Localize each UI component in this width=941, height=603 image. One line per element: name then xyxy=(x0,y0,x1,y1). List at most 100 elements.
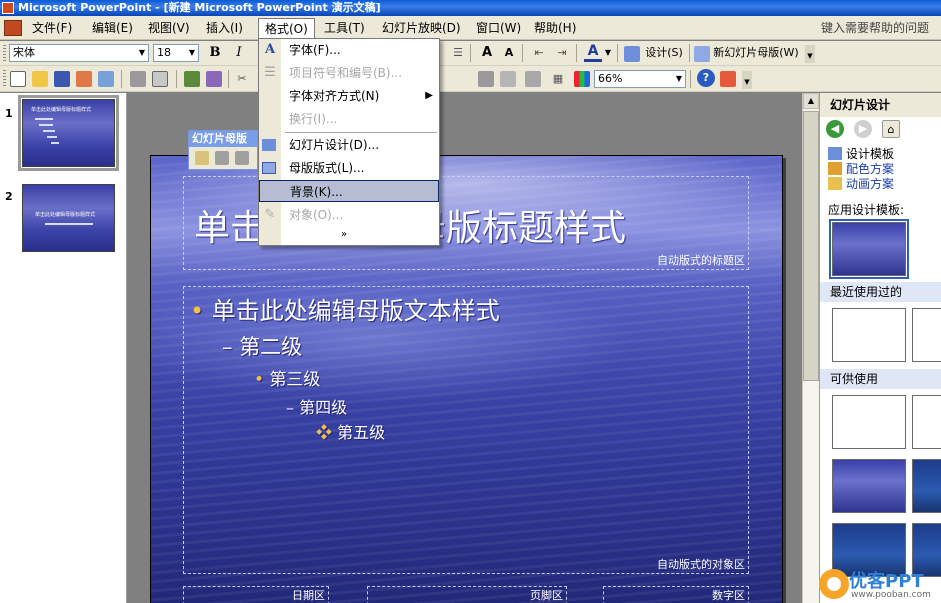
available-template-thumbnail[interactable] xyxy=(832,395,906,449)
number-placeholder[interactable]: 数字区 xyxy=(603,586,749,603)
body-level-4-text: 第四级 xyxy=(299,398,348,417)
show-formatting-icon[interactable] xyxy=(500,71,516,87)
bullet-dash-icon: – xyxy=(286,398,294,417)
toolbar-options-icon[interactable]: ▼ xyxy=(742,71,752,89)
open-folder-icon[interactable] xyxy=(32,71,48,87)
chevron-down-icon[interactable]: ▼ xyxy=(186,45,198,61)
decrease-indent-icon[interactable]: ⇤ xyxy=(530,43,548,63)
link-animation-schemes[interactable]: 动画方案 xyxy=(846,175,894,192)
menu-item-background[interactable]: 背景(K)... xyxy=(259,180,439,202)
menu-item-font[interactable]: A 字体(F)... xyxy=(259,39,439,61)
body-level-5[interactable]: ❖ 第五级 xyxy=(316,419,385,443)
new-file-icon[interactable] xyxy=(10,71,26,87)
print-preview-icon[interactable] xyxy=(152,71,168,87)
recent-template-thumbnail[interactable] xyxy=(912,308,941,362)
menu-insert[interactable]: 插入(I) xyxy=(200,18,249,38)
email-icon[interactable] xyxy=(98,71,114,87)
menu-edit[interactable]: 编辑(E) xyxy=(86,18,139,38)
body-level-1[interactable]: • 单击此处编辑母版文本样式 xyxy=(190,291,500,326)
help-search-box[interactable]: 键入需要帮助的问题 xyxy=(821,19,935,37)
increase-indent-icon[interactable]: ⇥ xyxy=(553,43,571,63)
object-icon: ✎ xyxy=(264,207,276,222)
zoom-combo[interactable]: 66% ▼ xyxy=(594,70,686,88)
slide-master-toolbar: 幻灯片母版 xyxy=(188,130,258,170)
footer-placeholder[interactable]: 页脚区 xyxy=(367,586,567,603)
menu-item-slide-design[interactable]: 幻灯片设计(D)... xyxy=(259,134,439,156)
menu-help[interactable]: 帮助(H) xyxy=(528,18,582,38)
font-name-combo[interactable]: 宋体 ▼ xyxy=(9,44,149,62)
available-template-thumbnail[interactable] xyxy=(832,459,906,513)
window-title: Microsoft PowerPoint - [新建 Microsoft Pow… xyxy=(18,1,381,14)
toolbar-separator xyxy=(522,44,523,62)
scroll-up-icon[interactable]: ▲ xyxy=(803,93,819,109)
body-level-4[interactable]: – 第四级 xyxy=(286,394,347,418)
window-title-bar: Microsoft PowerPoint - [新建 Microsoft Pow… xyxy=(0,0,941,16)
increase-font-icon[interactable]: A xyxy=(478,43,496,63)
expand-icon[interactable] xyxy=(478,71,494,87)
slide-thumbnail-1[interactable]: 单击此处编辑母版标题样式 xyxy=(18,95,119,171)
menu-item-master-layout[interactable]: 母版版式(L)... xyxy=(259,157,439,179)
permission-icon[interactable] xyxy=(76,71,92,87)
title-area-label: 自动版式的标题区 xyxy=(657,254,745,267)
cut-icon[interactable]: ✂ xyxy=(234,69,250,89)
scrollbar-thumb[interactable] xyxy=(803,111,819,381)
vertical-scrollbar[interactable]: ▲ xyxy=(802,93,819,603)
zoom-value: 66% xyxy=(598,72,623,85)
menu-item-line-break[interactable]: 换行(I)... xyxy=(259,108,439,130)
menu-window[interactable]: 窗口(W) xyxy=(470,18,527,38)
text-direction-icon[interactable] xyxy=(525,71,541,87)
office-assistant-icon[interactable] xyxy=(720,71,736,87)
print-icon[interactable] xyxy=(130,71,146,87)
design-button[interactable]: 设计(S) xyxy=(642,43,686,63)
menu-item-bullets[interactable]: ☰ 项目符号和编号(B)... xyxy=(259,62,439,84)
menu-tools[interactable]: 工具(T) xyxy=(318,18,371,38)
bullets-icon: ☰ xyxy=(264,65,276,80)
menu-file[interactable]: 文件(F) xyxy=(26,18,78,38)
home-icon[interactable]: ⌂ xyxy=(882,120,900,138)
slide-thumbnail-2[interactable]: 单击此处编辑母版标题样式 xyxy=(22,184,115,252)
available-template-thumbnail[interactable] xyxy=(912,395,941,449)
body-level-3[interactable]: • 第三级 xyxy=(254,365,320,390)
body-level-2[interactable]: – 第二级 xyxy=(222,331,302,361)
italic-button[interactable]: I xyxy=(230,43,248,63)
menu-format[interactable]: 格式(O) xyxy=(258,18,315,38)
apply-template-label: 应用设计模板: xyxy=(828,203,905,217)
save-icon[interactable] xyxy=(54,71,70,87)
document-icon[interactable] xyxy=(4,20,22,36)
decrease-font-icon[interactable]: A xyxy=(500,43,518,63)
menu-item-object[interactable]: ✎ 对象(O)... xyxy=(259,204,439,226)
spelling-icon[interactable] xyxy=(184,71,200,87)
chevron-down-icon[interactable]: ▼ xyxy=(673,71,685,87)
menu-view[interactable]: 视图(V) xyxy=(142,18,196,38)
toolbar-options-icon[interactable]: ▼ xyxy=(805,45,815,63)
available-template-thumbnail[interactable] xyxy=(912,459,941,513)
chevron-down-icon[interactable]: ▼ xyxy=(136,45,148,61)
grid-icon[interactable]: ▦ xyxy=(550,69,566,89)
menu-item-label: 对象(O)... xyxy=(289,208,344,222)
insert-slide-master-icon[interactable] xyxy=(195,151,209,165)
date-placeholder[interactable]: 日期区 xyxy=(183,586,329,603)
master-toolbar-title[interactable]: 幻灯片母版 xyxy=(189,131,257,147)
current-template-thumbnail[interactable] xyxy=(829,219,909,279)
color-grayscale-icon[interactable] xyxy=(574,71,590,87)
bullets-icon[interactable]: ☰ xyxy=(450,43,466,63)
body-placeholder[interactable]: • 单击此处编辑母版文本样式 – 第二级 • 第三级 – 第四级 ❖ 第五级 自… xyxy=(183,286,749,574)
expand-menu-icon[interactable]: » xyxy=(341,229,347,240)
research-icon[interactable] xyxy=(206,71,222,87)
menu-slideshow[interactable]: 幻灯片放映(D) xyxy=(376,18,467,38)
insert-title-master-icon[interactable] xyxy=(215,151,229,165)
recent-template-thumbnail[interactable] xyxy=(832,308,906,362)
menu-item-font-alignment[interactable]: 字体对齐方式(N) ▶ xyxy=(259,85,439,107)
delete-master-icon[interactable] xyxy=(235,151,249,165)
font-size-combo[interactable]: 18 ▼ xyxy=(153,44,199,62)
help-icon[interactable]: ? xyxy=(697,69,715,87)
forward-icon[interactable]: ▶ xyxy=(854,120,872,138)
bold-button[interactable]: B xyxy=(206,43,224,63)
toolbar-grip[interactable] xyxy=(3,70,6,87)
animation-scheme-icon xyxy=(828,177,842,190)
back-icon[interactable]: ◀ xyxy=(826,120,844,138)
new-master-button[interactable]: 新幻灯片母版(W) xyxy=(710,43,802,63)
toolbar-grip[interactable] xyxy=(3,45,6,62)
font-color-icon[interactable]: A xyxy=(584,43,602,62)
chevron-down-icon[interactable]: ▼ xyxy=(603,43,613,63)
